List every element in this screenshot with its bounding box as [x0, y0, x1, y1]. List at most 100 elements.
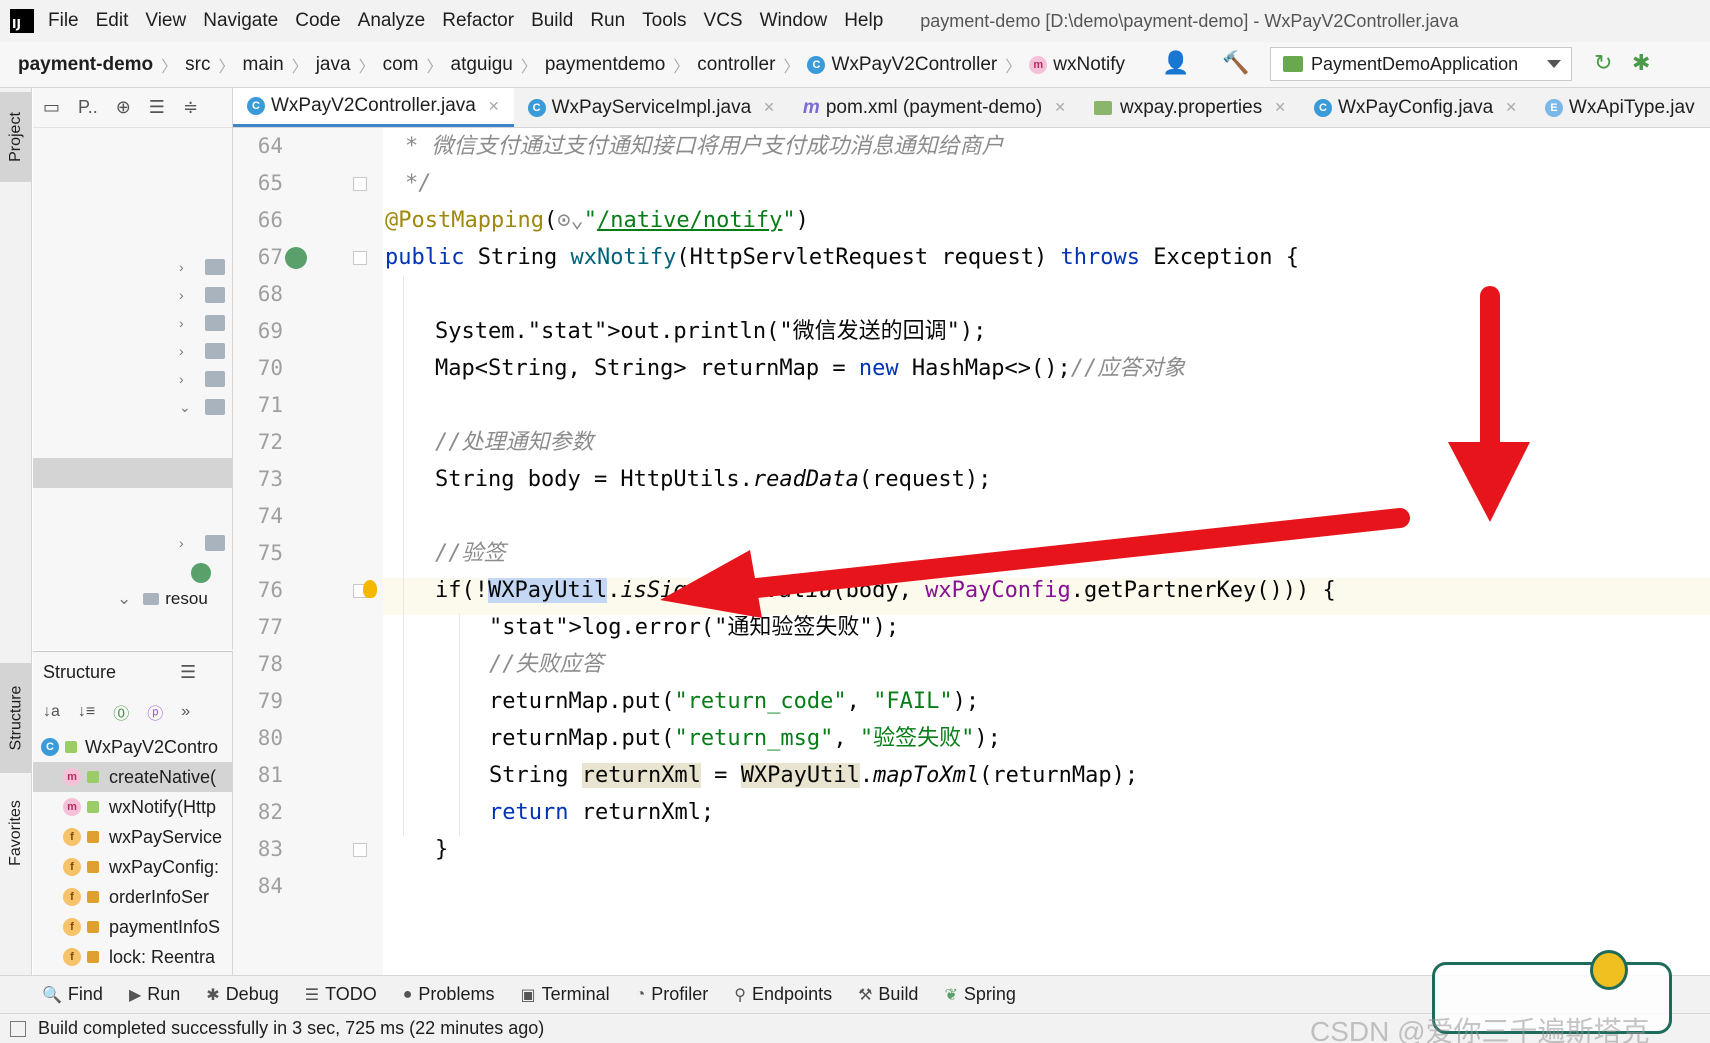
expand-all-icon[interactable]: ☰ [149, 97, 165, 118]
structure-item[interactable]: f wxPayConfig: [33, 852, 232, 882]
lightbulb-icon[interactable] [363, 580, 377, 598]
tree-folder-row[interactable]: › [33, 252, 232, 282]
tool-problems[interactable]: ● Problems [403, 984, 495, 1005]
fold-marker-icon[interactable] [353, 177, 367, 191]
code-area[interactable]: * 微信支付通过支付通知接口将用户支付成功消息通知给商户 */ @PostMappi… [383, 128, 1710, 975]
tree-folder-row[interactable]: › [33, 336, 232, 366]
tree-folder-row[interactable]: › [33, 280, 232, 310]
tree-resources-row[interactable]: ⌄ resou [33, 584, 232, 614]
code-line[interactable]: return returnXml; [383, 794, 1710, 831]
tool-run[interactable]: ▶ Run [129, 984, 180, 1005]
project-view-dropdown[interactable]: P.. [78, 97, 98, 118]
code-line[interactable]: returnMap.put("return_code", "FAIL"); [383, 683, 1710, 720]
code-line[interactable]: @PostMapping(⊙⌄"/native/notify") [383, 202, 1710, 239]
breadcrumb-src[interactable]: src [185, 54, 210, 76]
tab-wxapitype[interactable]: E WxApiType.jav [1531, 88, 1709, 127]
code-line[interactable]: } [383, 831, 1710, 868]
breadcrumb-java[interactable]: java [316, 54, 351, 76]
close-icon[interactable]: ✕ [1505, 99, 1517, 116]
structure-item[interactable]: f lock: Reentra [33, 942, 232, 972]
tab-wxpayserviceimpl[interactable]: C WxPayServiceImpl.java ✕ [514, 88, 789, 127]
code-line[interactable] [383, 498, 1710, 535]
close-icon[interactable]: ✕ [1054, 99, 1066, 116]
code-line[interactable]: * 微信支付通过支付通知接口将用户支付成功消息通知给商户 [383, 128, 1710, 165]
menu-edit[interactable]: Edit [96, 10, 129, 32]
close-icon[interactable]: ✕ [1274, 99, 1286, 116]
collapse-all-icon[interactable]: ≑ [183, 97, 198, 118]
hammer-icon[interactable]: 🔨 [1222, 50, 1249, 76]
code-line[interactable]: String returnXml = WXPayUtil.mapToXml(re… [383, 757, 1710, 794]
menu-file[interactable]: File [48, 10, 79, 32]
menu-help[interactable]: Help [844, 10, 883, 32]
menu-analyze[interactable]: Analyze [358, 10, 426, 32]
code-line[interactable]: public String wxNotify(HttpServletReques… [383, 239, 1710, 276]
close-icon[interactable]: ✕ [488, 98, 500, 115]
sort-type-icon[interactable]: ↓≡ [78, 703, 95, 721]
tab-wxpayconfig[interactable]: C WxPayConfig.java ✕ [1300, 88, 1531, 127]
code-line[interactable]: "stat">log.error("通知验签失败"); [383, 609, 1710, 646]
tool-spring[interactable]: ❦ Spring [944, 984, 1015, 1005]
tree-folder-row[interactable]: ⌄ [33, 392, 232, 422]
tool-profiler[interactable]: ◔ Profiler [636, 984, 709, 1005]
tool-todo[interactable]: ☰ TODO [305, 984, 377, 1005]
tool-endpoints[interactable]: ⚲ Endpoints [734, 984, 832, 1005]
tool-terminal[interactable]: ▣ Terminal [520, 984, 609, 1005]
breadcrumb-com[interactable]: com [383, 54, 419, 76]
rerun-icon[interactable]: ↻ [1594, 50, 1612, 76]
structure-item[interactable]: m wxNotify(Http [33, 792, 232, 822]
breadcrumb-paymentdemo[interactable]: paymentdemo [545, 54, 665, 76]
menu-window[interactable]: Window [760, 10, 828, 32]
structure-item[interactable]: m createNative( [33, 762, 232, 792]
breadcrumb-class[interactable]: C WxPayV2Controller [807, 54, 997, 76]
menu-code[interactable]: Code [295, 10, 340, 32]
tree-folder-row[interactable]: › [33, 308, 232, 338]
tool-find[interactable]: 🔍 Find [42, 984, 103, 1005]
close-icon[interactable]: ✕ [763, 99, 775, 116]
run-configuration-select[interactable]: PaymentDemoApplication [1270, 47, 1572, 81]
breadcrumb-project[interactable]: payment-demo [18, 54, 153, 76]
fold-marker-icon[interactable] [353, 843, 367, 857]
tool-debug[interactable]: ✱ Debug [206, 984, 278, 1005]
breadcrumb-atguigu[interactable]: atguigu [451, 54, 513, 76]
locate-icon[interactable]: ⊕ [116, 97, 131, 118]
structure-tool-tab[interactable]: Structure [0, 663, 32, 773]
structure-item[interactable]: f wxPayService [33, 822, 232, 852]
code-line[interactable]: Map<String, String> returnMap = new Hash… [383, 350, 1710, 387]
tree-folder-row[interactable]: › [33, 364, 232, 394]
structure-item[interactable]: f orderInfoSer [33, 882, 232, 912]
project-tool-tab[interactable]: Project [0, 92, 32, 182]
code-line[interactable] [383, 387, 1710, 424]
toggle-tool-windows-icon[interactable] [10, 1020, 26, 1037]
code-line[interactable]: if(!WXPayUtil.isSignatureValid(body, wxP… [383, 572, 1710, 609]
code-line[interactable]: System."stat">out.println("微信发送的回调"); [383, 313, 1710, 350]
breadcrumb-controller[interactable]: controller [697, 54, 775, 76]
code-line[interactable] [383, 276, 1710, 313]
code-line[interactable] [383, 868, 1710, 905]
spring-endpoint-icon[interactable] [285, 247, 307, 269]
more-icon[interactable]: » [181, 703, 190, 721]
code-line[interactable]: returnMap.put("return_msg", "验签失败"); [383, 720, 1710, 757]
menu-vcs[interactable]: VCS [704, 10, 743, 32]
show-properties-icon[interactable]: ⓟ [147, 700, 163, 724]
tool-build[interactable]: ⚒ Build [858, 984, 918, 1005]
menu-build[interactable]: Build [531, 10, 573, 32]
code-editor[interactable]: 64 65 66 67 68 69 70 71 72 73 74 75 76 77 78 79 80 81 82 83… [233, 128, 1710, 975]
menu-tools[interactable]: Tools [642, 10, 686, 32]
sort-alpha-icon[interactable]: ↓a [43, 703, 60, 721]
menu-navigate[interactable]: Navigate [203, 10, 278, 32]
code-line[interactable]: //验签 [383, 535, 1710, 572]
tree-folder-row[interactable]: › [33, 528, 232, 558]
breadcrumb-method[interactable]: m wxNotify [1029, 54, 1125, 76]
favorites-tool-tab[interactable]: Favorites [0, 778, 32, 888]
code-line[interactable]: */ [383, 165, 1710, 202]
options-icon[interactable]: ☰ [180, 662, 196, 683]
tab-pom-xml[interactable]: m pom.xml (payment-demo) ✕ [789, 88, 1080, 127]
menu-refactor[interactable]: Refactor [442, 10, 514, 32]
structure-item[interactable]: C WxPayV2Contro [33, 732, 232, 762]
fold-marker-icon[interactable] [353, 251, 367, 265]
tab-wxpayv2controller[interactable]: C WxPayV2Controller.java ✕ [233, 88, 514, 127]
menu-view[interactable]: View [145, 10, 186, 32]
user-icon[interactable]: 👤 [1162, 50, 1189, 76]
tree-selected-row[interactable] [33, 458, 232, 488]
bug-icon[interactable]: ✱ [1632, 50, 1650, 76]
